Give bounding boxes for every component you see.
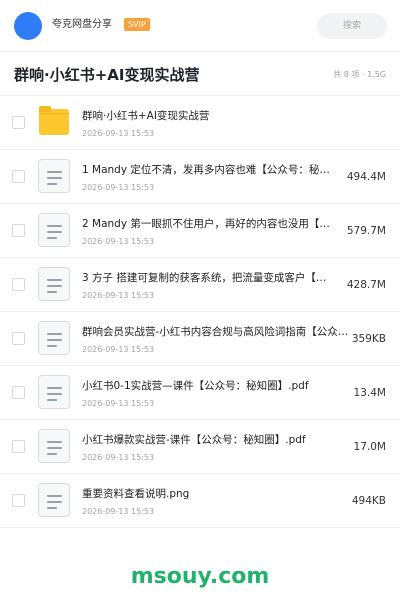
share-header: 夸克网盘分享 SVIP	[0, 0, 400, 52]
select-checkbox[interactable]	[12, 440, 25, 453]
file-size: 359KB	[351, 333, 386, 345]
file-date: 2026-09-13 15:53	[82, 183, 155, 192]
file-name[interactable]: 群响·小红书+AI变现实战营	[82, 109, 332, 123]
file-date: 2026-09-13 15:53	[82, 129, 155, 138]
file-date: 2026-09-13 15:53	[82, 507, 155, 516]
folder-icon	[39, 106, 69, 135]
file-name[interactable]: 小红书0-1实战营—课件【公众号：秘知圈】.pdf	[82, 379, 332, 393]
list-item[interactable]: 群响会员实战营-小红书内容合规与高风险词指南【公众号：秘知圈】.pdf 2026…	[0, 312, 400, 366]
select-checkbox[interactable]	[12, 494, 25, 507]
file-name[interactable]: 1 Mandy 定位不清，发再多内容也难【公众号：秘知圈】.mp4	[82, 163, 332, 177]
document-icon	[38, 213, 70, 247]
select-checkbox[interactable]	[12, 332, 25, 345]
document-icon	[38, 429, 70, 463]
file-list: 群响·小红书+AI变现实战营 2026-09-13 15:53 1 Mandy …	[0, 96, 400, 528]
folder-title-bar: 群响·小红书+AI变现实战营 共 8 项 · 1.5G	[0, 52, 400, 96]
select-checkbox[interactable]	[12, 170, 25, 183]
select-checkbox[interactable]	[12, 116, 25, 129]
page-title: 群响·小红书+AI变现实战营	[14, 66, 200, 84]
search-input[interactable]	[317, 13, 387, 39]
file-name[interactable]: 重要资料查看说明.png	[82, 487, 332, 501]
file-name[interactable]: 2 Mandy 第一眼抓不住用户，再好的内容也没用【公众号：秘知圈】.mp4	[82, 217, 332, 231]
svip-badge: SVIP	[124, 18, 150, 31]
list-item[interactable]: 群响·小红书+AI变现实战营 2026-09-13 15:53	[0, 96, 400, 150]
document-icon	[38, 267, 70, 301]
file-date: 2026-09-13 15:53	[82, 453, 155, 462]
file-date: 2026-09-13 15:53	[82, 291, 155, 300]
file-date: 2026-09-13 15:53	[82, 237, 155, 246]
watermark-text: msouy.com	[130, 564, 270, 589]
file-name[interactable]: 小红书爆款实战营-课件【公众号：秘知圈】.pdf	[82, 433, 332, 447]
select-checkbox[interactable]	[12, 386, 25, 399]
file-size: 579.7M	[346, 225, 386, 237]
list-item[interactable]: 小红书0-1实战营—课件【公众号：秘知圈】.pdf 2026-09-13 15:…	[0, 366, 400, 420]
document-icon	[38, 375, 70, 409]
list-item[interactable]: 1 Mandy 定位不清，发再多内容也难【公众号：秘知圈】.mp4 2026-0…	[0, 150, 400, 204]
file-size: 13.4M	[353, 387, 386, 399]
select-checkbox[interactable]	[12, 224, 25, 237]
document-icon	[38, 321, 70, 355]
list-item[interactable]: 3 方子 搭建可复制的获客系统，把流量变成客户【公众号：秘知圈】.mp4 202…	[0, 258, 400, 312]
list-item[interactable]: 重要资料查看说明.png 2026-09-13 15:53 494KB	[0, 474, 400, 528]
list-item[interactable]: 小红书爆款实战营-课件【公众号：秘知圈】.pdf 2026-09-13 15:5…	[0, 420, 400, 474]
file-name[interactable]: 3 方子 搭建可复制的获客系统，把流量变成客户【公众号：秘知圈】.mp4	[82, 271, 332, 285]
file-date: 2026-09-13 15:53	[82, 345, 155, 354]
select-checkbox[interactable]	[12, 278, 25, 291]
file-size: 17.0M	[353, 441, 386, 453]
document-icon	[38, 159, 70, 193]
app-name: 夸克网盘分享	[52, 19, 112, 30]
file-size: 428.7M	[346, 279, 386, 291]
avatar[interactable]	[14, 12, 42, 40]
file-size: 494KB	[351, 495, 386, 507]
list-item[interactable]: 2 Mandy 第一眼抓不住用户，再好的内容也没用【公众号：秘知圈】.mp4 2…	[0, 204, 400, 258]
file-name[interactable]: 群响会员实战营-小红书内容合规与高风险词指南【公众号：秘知圈】.pdf	[82, 325, 352, 339]
folder-meta: 共 8 项 · 1.5G	[333, 70, 386, 79]
document-icon	[38, 483, 70, 517]
file-size: 494.4M	[346, 171, 386, 183]
file-date: 2026-09-13 15:53	[82, 399, 155, 408]
